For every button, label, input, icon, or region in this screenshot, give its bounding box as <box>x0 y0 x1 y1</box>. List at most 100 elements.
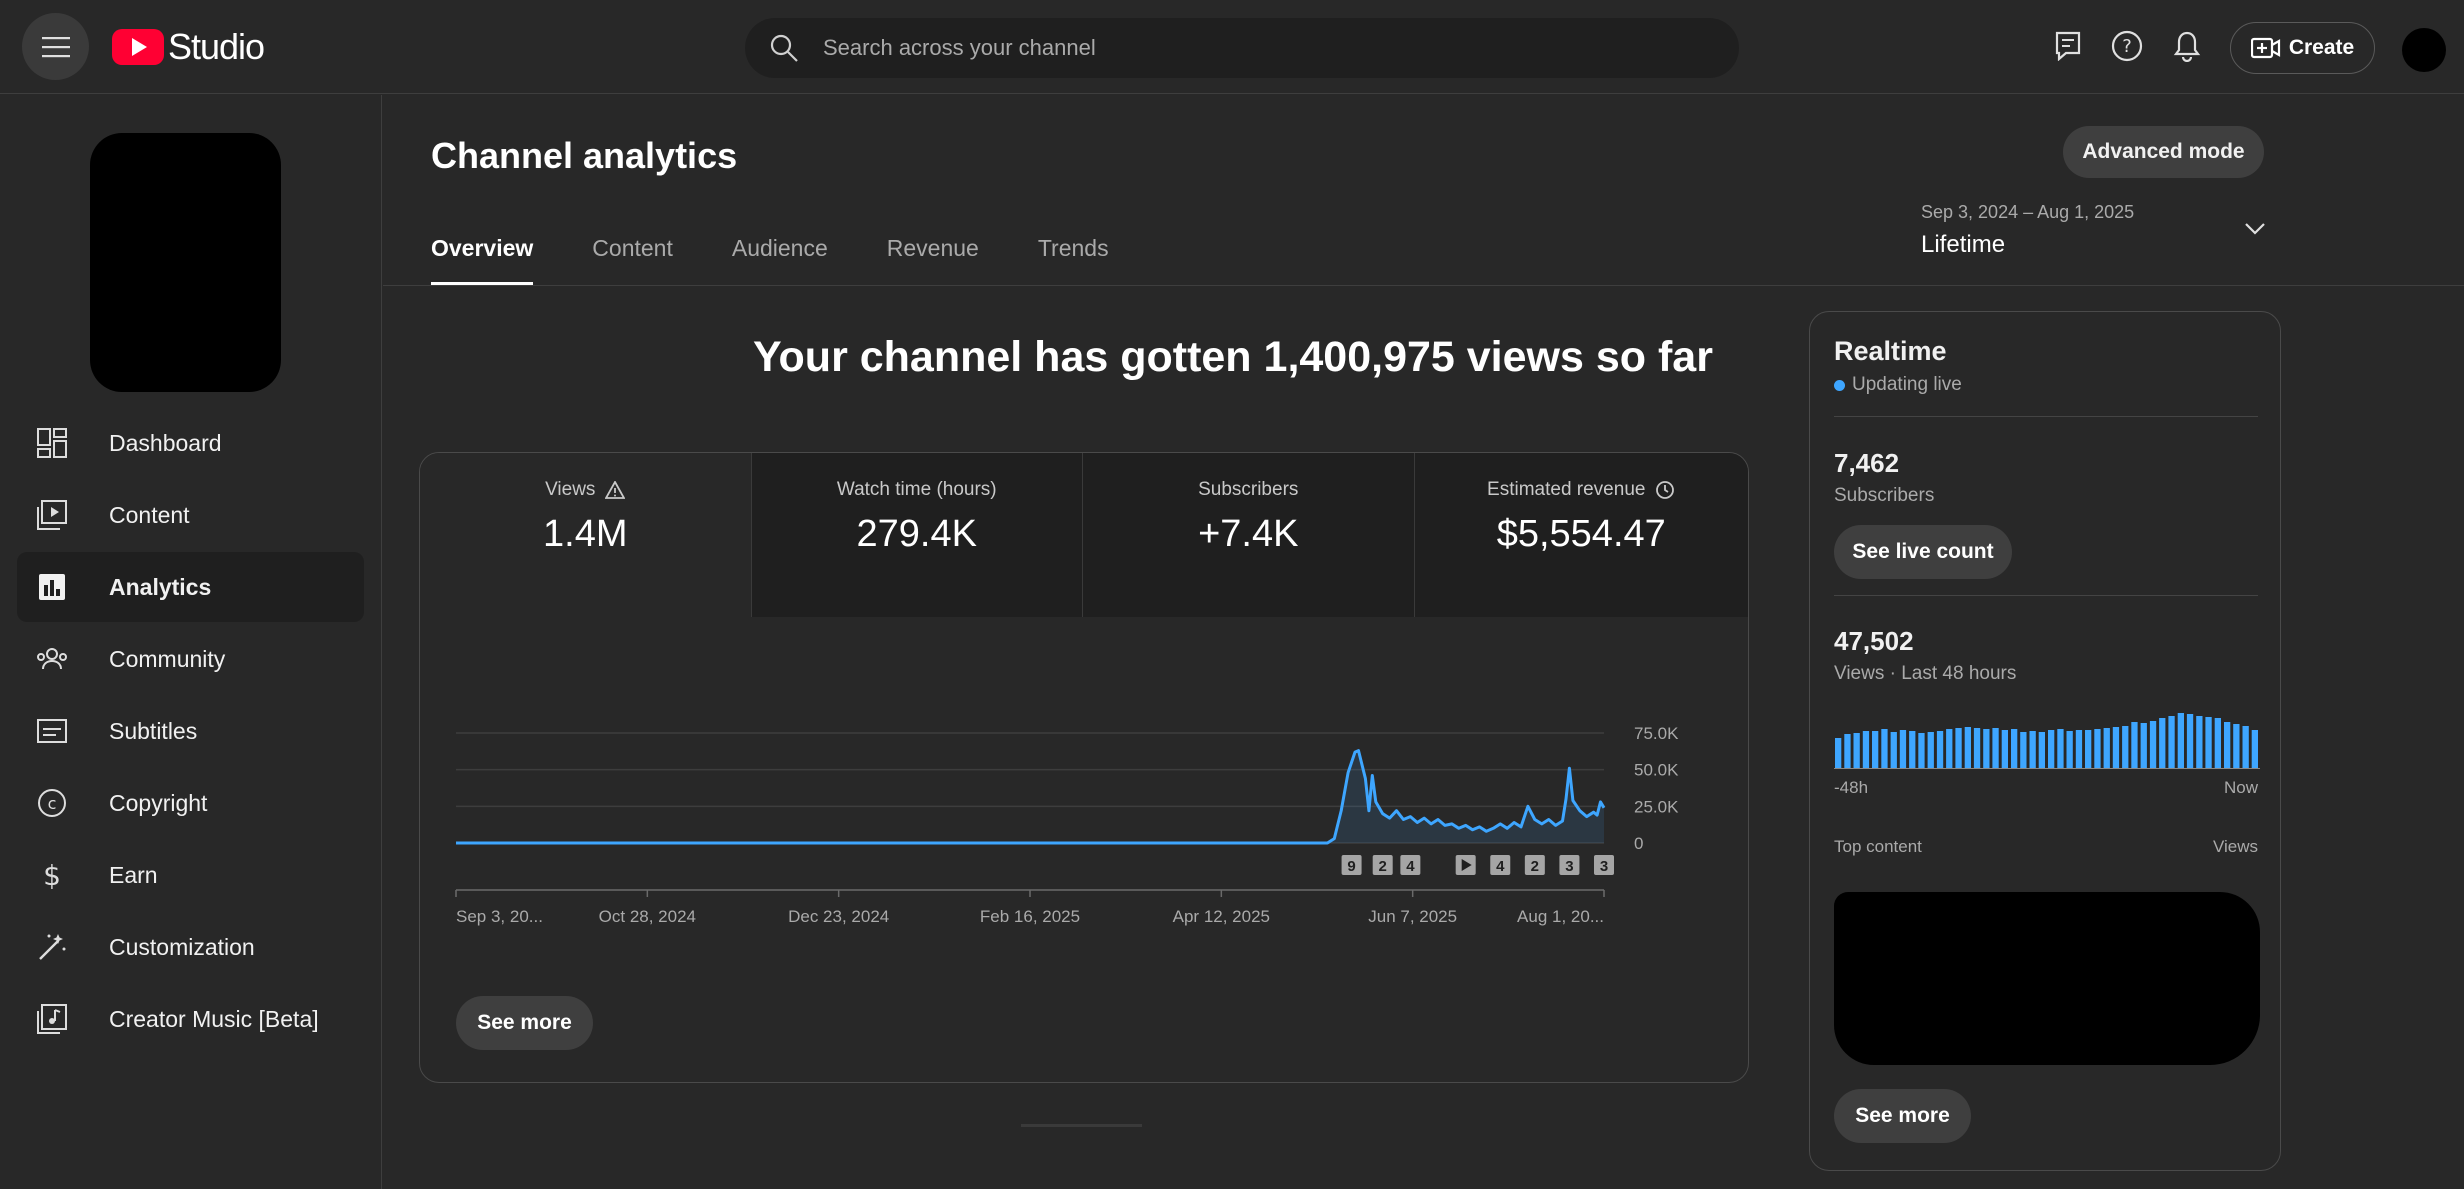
customization-icon <box>35 930 69 964</box>
see-live-count-button[interactable]: See live count <box>1834 525 2012 579</box>
video-marker-count: 2 <box>1531 858 1539 875</box>
tab-overview[interactable]: Overview <box>431 235 534 285</box>
realtime-bar <box>2020 732 2027 768</box>
video-marker-count: 9 <box>1347 858 1355 875</box>
sidebar-item-content[interactable]: Content <box>17 480 364 550</box>
menu-button[interactable] <box>22 13 89 80</box>
realtime-bar <box>2075 730 2083 768</box>
sidebar-item-subtitles[interactable]: Subtitles <box>17 696 364 766</box>
realtime-bar <box>2177 713 2184 768</box>
realtime-bar <box>2038 732 2045 768</box>
svg-text:c: c <box>48 794 57 813</box>
live-indicator: Updating live <box>1834 374 1962 396</box>
hamburger-icon <box>41 36 70 57</box>
realtime-see-more-button[interactable]: See more <box>1834 1089 1971 1143</box>
metric-tabs: Views 1.4M Watch time (hours) 279.4K Sub… <box>420 453 1748 617</box>
main-content: Channel analytics Advanced mode Overview… <box>383 95 2464 1189</box>
video-marker-count: 4 <box>1406 858 1415 875</box>
metric-subscribers-label-row: Subscribers <box>1198 479 1298 501</box>
realtime-bar <box>2205 717 2212 768</box>
realtime-bar <box>1983 729 1990 768</box>
community-icon <box>35 642 69 676</box>
realtime-bar <box>1927 732 1934 768</box>
scroll-indicator <box>1021 1124 1142 1127</box>
sidebar: Dashboard Content Analytics Community Su… <box>0 95 382 1189</box>
top-content-thumbnail[interactable] <box>1834 892 2260 1065</box>
search-bar[interactable]: Search across your channel <box>745 18 1739 78</box>
y-tick-label: 25.0K <box>1634 797 1679 816</box>
realtime-bar <box>2048 730 2055 768</box>
realtime-bar <box>2196 716 2203 768</box>
realtime-bar <box>2103 728 2110 768</box>
realtime-subscribers-label: Subscribers <box>1834 485 1935 506</box>
see-more-button[interactable]: See more <box>456 996 593 1050</box>
sidebar-item-earn[interactable]: $ Earn <box>17 840 364 910</box>
views-chart: 75.0K 50.0K 25.0K 0 9 2 4 4 2 3 3 Sep 3, 20... Oct 2… <box>455 724 1679 926</box>
metric-value: $5,554.47 <box>1496 513 1666 555</box>
realtime-bar <box>2066 731 2073 768</box>
tab-bar: Overview Content Audience Revenue Trends <box>431 235 1168 285</box>
dashboard-icon <box>35 426 69 460</box>
metric-revenue[interactable]: Estimated revenue $5,554.47 <box>1414 453 1748 617</box>
date-range-dates: Sep 3, 2024 – Aug 1, 2025 <box>1921 202 2135 222</box>
help-button[interactable]: ? <box>2108 27 2146 65</box>
account-avatar[interactable] <box>2402 28 2446 72</box>
advanced-mode-button[interactable]: Advanced mode <box>2063 126 2264 178</box>
realtime-bar <box>2094 729 2101 768</box>
y-tick-label: 75.0K <box>1634 724 1679 743</box>
tab-content[interactable]: Content <box>592 235 673 285</box>
realtime-bar <box>1918 733 1925 768</box>
sidebar-item-creator-music[interactable]: Creator Music [Beta] <box>17 984 364 1054</box>
realtime-views-label: Views · Last 48 hours <box>1834 663 2017 684</box>
sidebar-item-customization[interactable]: Customization <box>17 912 364 982</box>
realtime-bar <box>1835 738 1842 768</box>
subtitles-icon <box>35 714 69 748</box>
sidebar-item-label: Community <box>109 645 226 672</box>
creator-music-icon <box>35 1002 69 1036</box>
metric-subscribers[interactable]: Subscribers +7.4K <box>1083 453 1415 617</box>
content-icon <box>35 498 69 532</box>
tab-revenue[interactable]: Revenue <box>887 235 979 285</box>
channel-avatar[interactable] <box>90 133 281 392</box>
tab-audience[interactable]: Audience <box>732 235 828 285</box>
feedback-icon <box>2055 31 2081 61</box>
create-button-label: Create <box>2288 36 2355 59</box>
sidebar-item-label: Creator Music [Beta] <box>109 1005 319 1032</box>
search-input[interactable]: Search across your channel <box>823 35 1096 61</box>
sidebar-item-community[interactable]: Community <box>17 624 364 694</box>
realtime-panel: Realtime Updating live 7,462 Subscribers… <box>1809 311 2281 1171</box>
metric-views[interactable]: Views 1.4M <box>420 453 752 617</box>
realtime-bar <box>2251 730 2258 768</box>
youtube-logo-icon <box>112 29 164 65</box>
live-dot-icon <box>1834 379 1845 391</box>
studio-logo[interactable]: Studio <box>112 25 265 69</box>
sidebar-item-dashboard[interactable]: Dashboard <box>17 408 364 478</box>
realtime-bar <box>1946 729 1953 768</box>
tab-trends[interactable]: Trends <box>1038 235 1109 285</box>
x-tick-label: Aug 1, 20... <box>1517 907 1604 926</box>
y-tick-label: 0 <box>1634 834 1643 853</box>
date-range-label: Lifetime <box>1921 231 2006 258</box>
realtime-bar <box>1992 728 1999 768</box>
notifications-button[interactable] <box>2168 27 2206 65</box>
copyright-icon: c <box>35 786 69 820</box>
top-content-views-header: Views <box>2212 837 2258 856</box>
metric-label: Subscribers <box>1198 479 1299 500</box>
create-button[interactable]: Create <box>2230 22 2375 74</box>
realtime-title: Realtime <box>1834 336 1947 366</box>
top-content-label: Top content <box>1834 837 1922 856</box>
earn-icon: $ <box>35 858 69 892</box>
realtime-bar <box>2242 726 2249 768</box>
date-range-selector[interactable]: Sep 3, 2024 – Aug 1, 2025 Lifetime <box>1921 202 2266 272</box>
sidebar-item-copyright[interactable]: c Copyright <box>17 768 364 838</box>
bell-icon <box>2173 31 2201 62</box>
metric-watch-time[interactable]: Watch time (hours) 279.4K <box>751 453 1083 617</box>
create-video-icon <box>2250 37 2280 59</box>
x-tick-label: Jun 7, 2025 <box>1368 907 1457 926</box>
realtime-bar <box>2140 723 2147 768</box>
sidebar-item-analytics[interactable]: Analytics <box>17 552 364 622</box>
sidebar-item-label: Copyright <box>109 789 208 816</box>
feedback-button[interactable] <box>2049 27 2087 65</box>
sidebar-item-label: Analytics <box>109 573 212 600</box>
realtime-bar <box>2159 718 2166 768</box>
